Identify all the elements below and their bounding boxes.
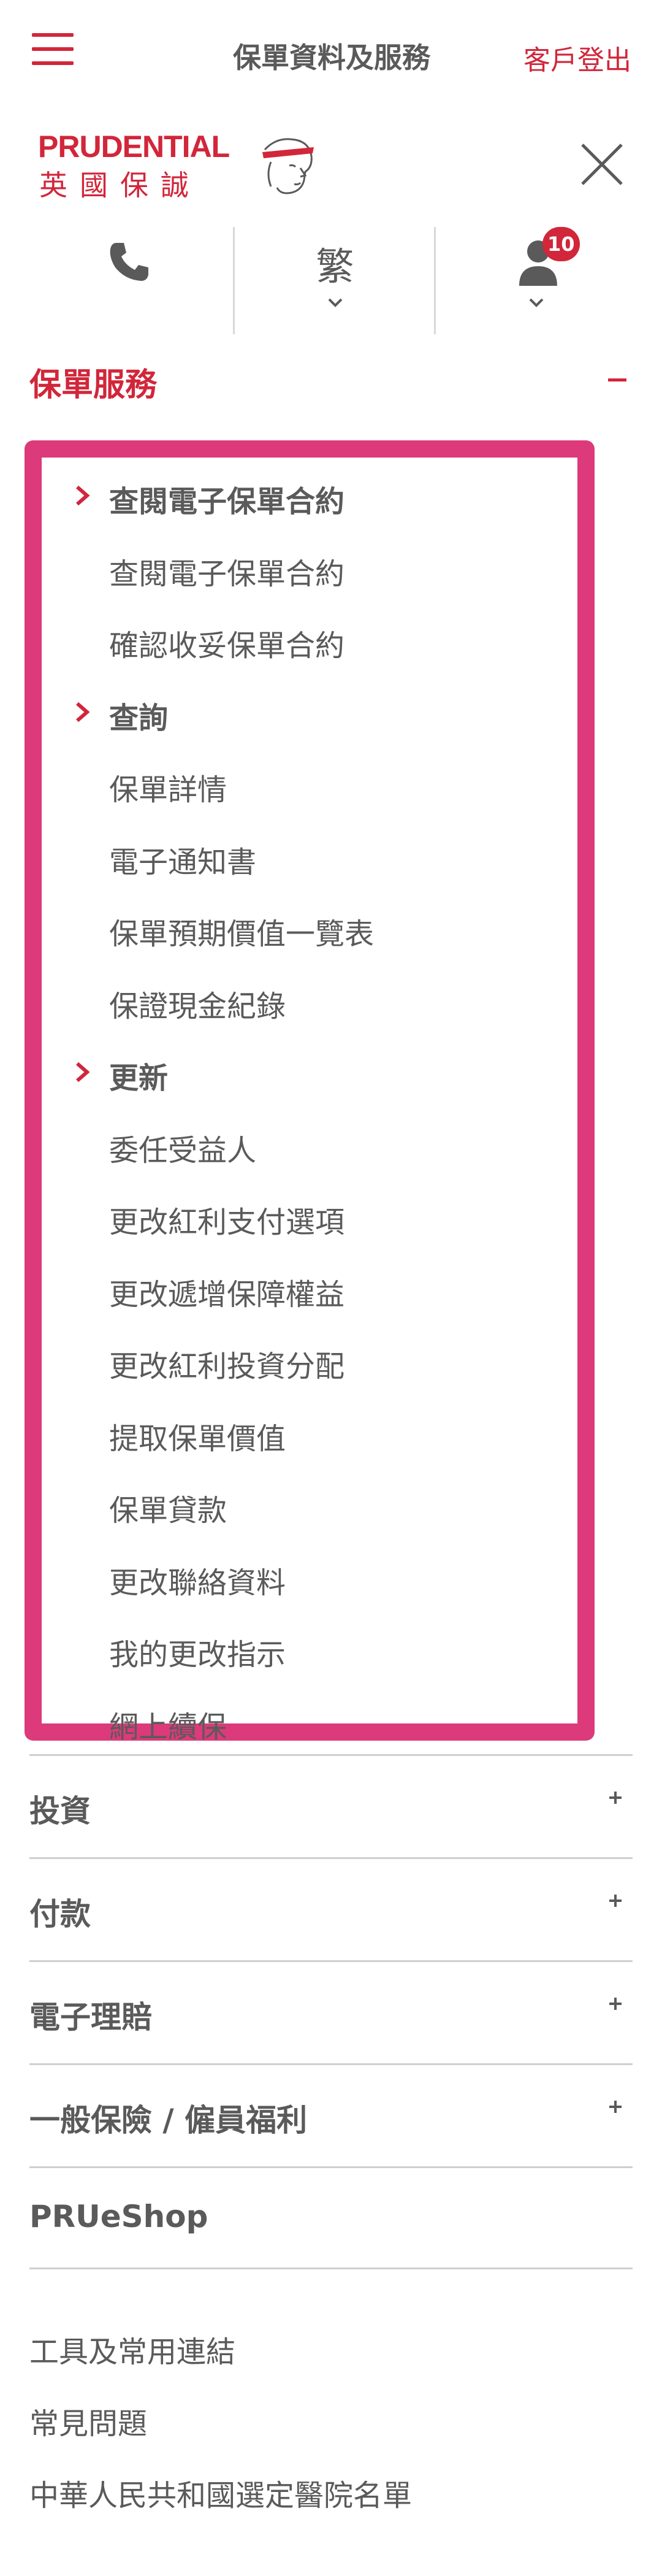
menu-item-label: 查詢 bbox=[109, 700, 169, 735]
menu-group-heading[interactable]: 查詢 bbox=[42, 688, 577, 737]
menu-item-label: 提取保單價值 bbox=[109, 1421, 286, 1456]
menu-item-label: 電子通知書 bbox=[109, 845, 257, 880]
accordion-label: 一般保險 / 僱員福利 bbox=[29, 2103, 308, 2138]
menu-item-label: 網上續保 bbox=[109, 1709, 227, 1744]
accordion-item[interactable]: 一般保險 / 僱員福利 bbox=[29, 2063, 633, 2166]
footer-link[interactable]: 常見問題 bbox=[29, 2399, 147, 2442]
menu-item[interactable]: 確認收妥保單合約 bbox=[42, 615, 577, 664]
menu-item-label: 保單詳情 bbox=[109, 773, 227, 807]
menu-group-heading[interactable]: 查閱電子保單合約 bbox=[42, 471, 577, 520]
menu-item[interactable]: 更改聯絡資料 bbox=[42, 1552, 577, 1601]
footer-link[interactable]: 中華人民共和國選定醫院名單 bbox=[29, 2471, 412, 2514]
menu-item-label: 更改遞增保障權益 bbox=[109, 1277, 345, 1312]
menu-item-label: 更改紅利支付選項 bbox=[109, 1205, 345, 1240]
chevron-right-icon bbox=[76, 1062, 90, 1083]
menu-item[interactable]: 保單預期價值一覽表 bbox=[42, 903, 577, 953]
notification-badge: 10 bbox=[542, 227, 580, 261]
menu-item[interactable]: 保單詳情 bbox=[42, 759, 577, 808]
accordion-item[interactable]: 投資 bbox=[29, 1754, 633, 1857]
menu-group-heading[interactable]: 更新 bbox=[42, 1048, 577, 1097]
menu-item-label: 查閱電子保單合約 bbox=[109, 485, 345, 519]
menu-item-label: 更改聯絡資料 bbox=[109, 1565, 286, 1600]
accordion-item[interactable]: 付款 bbox=[29, 1857, 633, 1960]
footer-link[interactable]: 工具及常用連結 bbox=[29, 2328, 235, 2371]
prudence-figure-icon bbox=[262, 138, 314, 194]
chevron-right-icon bbox=[76, 702, 90, 722]
chevron-down-icon bbox=[328, 298, 342, 307]
language-label: 繁 bbox=[316, 244, 354, 289]
menu-item[interactable]: 電子通知書 bbox=[42, 832, 577, 881]
expand-plus-icon[interactable] bbox=[606, 1994, 625, 2014]
menu-item-label: 我的更改指示 bbox=[109, 1638, 286, 1672]
menu-item[interactable]: 網上續保 bbox=[42, 1696, 577, 1746]
logout-link[interactable]: 客戶登出 bbox=[523, 38, 631, 77]
account-menu[interactable]: 10 bbox=[434, 227, 636, 334]
close-icon[interactable] bbox=[580, 142, 624, 186]
accordion-label: 投資 bbox=[29, 1793, 91, 1829]
chevron-right-icon bbox=[76, 485, 90, 506]
chevron-down-icon bbox=[529, 298, 543, 307]
accordion-label: 付款 bbox=[29, 1896, 91, 1932]
hamburger-menu-icon[interactable] bbox=[32, 33, 74, 65]
logo-chinese-name: 英國保誠 bbox=[39, 169, 201, 202]
menu-item[interactable]: 委任受益人 bbox=[42, 1120, 577, 1169]
page-title: 保單資料及服務 bbox=[233, 41, 430, 74]
policy-services-header[interactable]: 保單服務 bbox=[29, 359, 633, 404]
collapse-minus-icon[interactable] bbox=[608, 378, 626, 381]
menu-item[interactable]: 更改紅利投資分配 bbox=[42, 1336, 577, 1385]
menu-item-label: 更新 bbox=[109, 1061, 169, 1095]
menu-item[interactable]: 更改紅利支付選項 bbox=[42, 1192, 577, 1241]
accordion-item[interactable]: PRUeShop bbox=[29, 2166, 633, 2269]
accordion-item[interactable]: 電子理賠 bbox=[29, 1960, 633, 2063]
menu-item[interactable]: 更改遞增保障權益 bbox=[42, 1264, 577, 1313]
phone-icon bbox=[110, 243, 148, 281]
menu-item[interactable]: 提取保單價值 bbox=[42, 1408, 577, 1457]
menu-item-label: 保單預期價值一覽表 bbox=[109, 917, 375, 951]
menu-item[interactable]: 查閱電子保單合約 bbox=[42, 543, 577, 592]
menu-item[interactable]: 保證現金紀錄 bbox=[42, 976, 577, 1025]
menu-item-label: 保證現金紀錄 bbox=[109, 989, 286, 1024]
menu-item-label: 確認收妥保單合約 bbox=[109, 629, 345, 663]
call-button[interactable] bbox=[31, 227, 233, 334]
menu-item-label: 更改紅利投資分配 bbox=[109, 1349, 345, 1384]
menu-item-label: 保單貸款 bbox=[109, 1493, 227, 1528]
section-title: 保單服務 bbox=[29, 367, 158, 404]
accordion-label: 電子理賠 bbox=[29, 1999, 152, 2035]
expand-plus-icon[interactable] bbox=[606, 1788, 625, 1807]
menu-item-label: 委任受益人 bbox=[109, 1133, 257, 1168]
accordion-label: PRUeShop bbox=[29, 2199, 208, 2234]
expand-plus-icon[interactable] bbox=[606, 1891, 625, 1911]
quick-actions: 繁 10 bbox=[0, 227, 662, 334]
menu-item[interactable]: 保單貸款 bbox=[42, 1480, 577, 1529]
policy-services-menu: 查閱電子保單合約 查閱電子保單合約 確認收妥保單合約 查詢保單詳情電子通知書保單預期價… bbox=[25, 440, 595, 1744]
prudential-logo[interactable]: PRUDENTIAL 英國保誠 bbox=[38, 129, 320, 202]
menu-item[interactable]: 我的更改指示 bbox=[42, 1624, 577, 1673]
top-bar: 保單資料及服務 客戶登出 bbox=[0, 0, 662, 110]
language-selector[interactable]: 繁 bbox=[233, 227, 435, 334]
logo-wordmark: PRUDENTIAL bbox=[38, 129, 230, 164]
expand-plus-icon[interactable] bbox=[606, 2097, 625, 2117]
menu-item-label: 查閱電子保單合約 bbox=[109, 556, 345, 591]
